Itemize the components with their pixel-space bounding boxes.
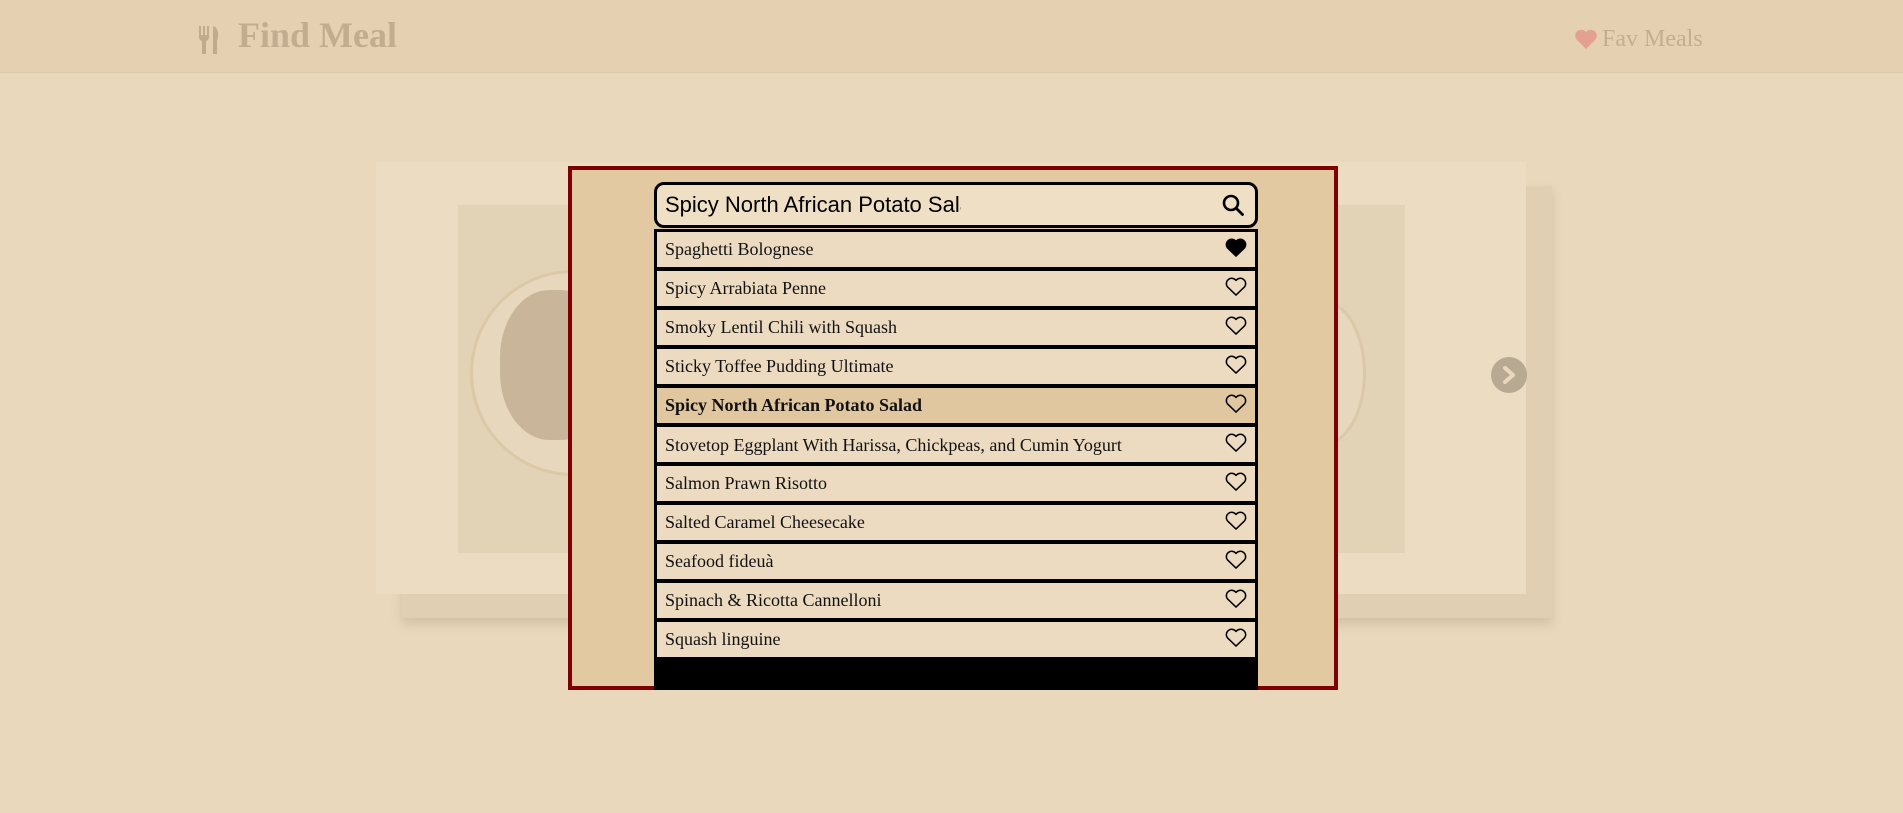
heart-outline-icon[interactable] [1225,472,1247,492]
result-item-name: Spaghetti Bolognese [665,239,814,259]
result-item[interactable]: Spicy North African Potato Salad [657,388,1255,423]
result-item[interactable]: Squash linguine [657,622,1255,657]
search-results-list[interactable]: Spaghetti Bolognese Spicy Arrabiata Penne… [654,229,1258,690]
result-item-name: Seafood fideuà [665,551,774,571]
heart-outline-icon[interactable] [1225,355,1247,375]
result-item-name: Spicy Arrabiata Penne [665,278,826,298]
heart-outline-icon[interactable] [1225,511,1247,531]
result-item[interactable]: Spaghetti Bolognese [657,232,1255,267]
result-item-name: Spicy North African Potato Salad [665,395,923,415]
result-item-name: Salted Caramel Cheesecake [665,512,865,532]
result-item-name: Spinach & Ricotta Cannelloni [665,590,882,610]
heart-outline-icon[interactable] [1225,589,1247,609]
heart-outline-icon[interactable] [1225,550,1247,570]
search-input[interactable] [665,190,961,220]
result-item-name: Salmon Prawn Risotto [665,473,828,493]
heart-outline-icon[interactable] [1225,277,1247,297]
app-title[interactable]: Find Meal [238,14,397,56]
result-item-name: Smoky Lentil Chili with Squash [665,317,898,337]
heart-outline-icon[interactable] [1225,316,1247,336]
heart-outline-icon[interactable] [1225,628,1247,648]
result-item[interactable]: Spicy Arrabiata Penne [657,271,1255,306]
heart-outline-icon[interactable] [1225,433,1247,453]
result-item-name: Stovetop Eggplant With Harissa, Chickpea… [665,435,1122,455]
search-modal: Spaghetti Bolognese Spicy Arrabiata Penne… [568,166,1338,690]
result-item[interactable]: Salted Caramel Cheesecake [657,505,1255,540]
result-item[interactable]: Seafood fideuà [657,544,1255,579]
result-item[interactable]: Stovetop Eggplant With Harissa, Chickpea… [657,427,1255,462]
chevron-right-icon [1503,366,1515,384]
search-box [654,182,1258,228]
result-item-name: Squash linguine [665,629,781,649]
result-item[interactable]: Sticky Toffee Pudding Ultimate [657,349,1255,384]
carousel-next-button[interactable] [1491,357,1527,393]
result-item[interactable]: Salmon Prawn Risotto [657,466,1255,501]
search-icon[interactable] [1221,193,1245,217]
fav-meals-label: Fav Meals [1602,25,1703,52]
app-header: Find Meal Fav Meals [0,0,1903,73]
utensils-icon [199,26,219,54]
result-item[interactable]: Smoky Lentil Chili with Squash [657,310,1255,345]
result-item[interactable]: Spinach & Ricotta Cannelloni [657,583,1255,618]
heart-filled-icon[interactable] [1225,238,1247,258]
fav-meals-link[interactable]: Fav Meals [1574,24,1703,54]
heart-icon [1575,29,1597,49]
result-item-name: Sticky Toffee Pudding Ultimate [665,356,894,376]
heart-outline-icon[interactable] [1225,394,1247,414]
